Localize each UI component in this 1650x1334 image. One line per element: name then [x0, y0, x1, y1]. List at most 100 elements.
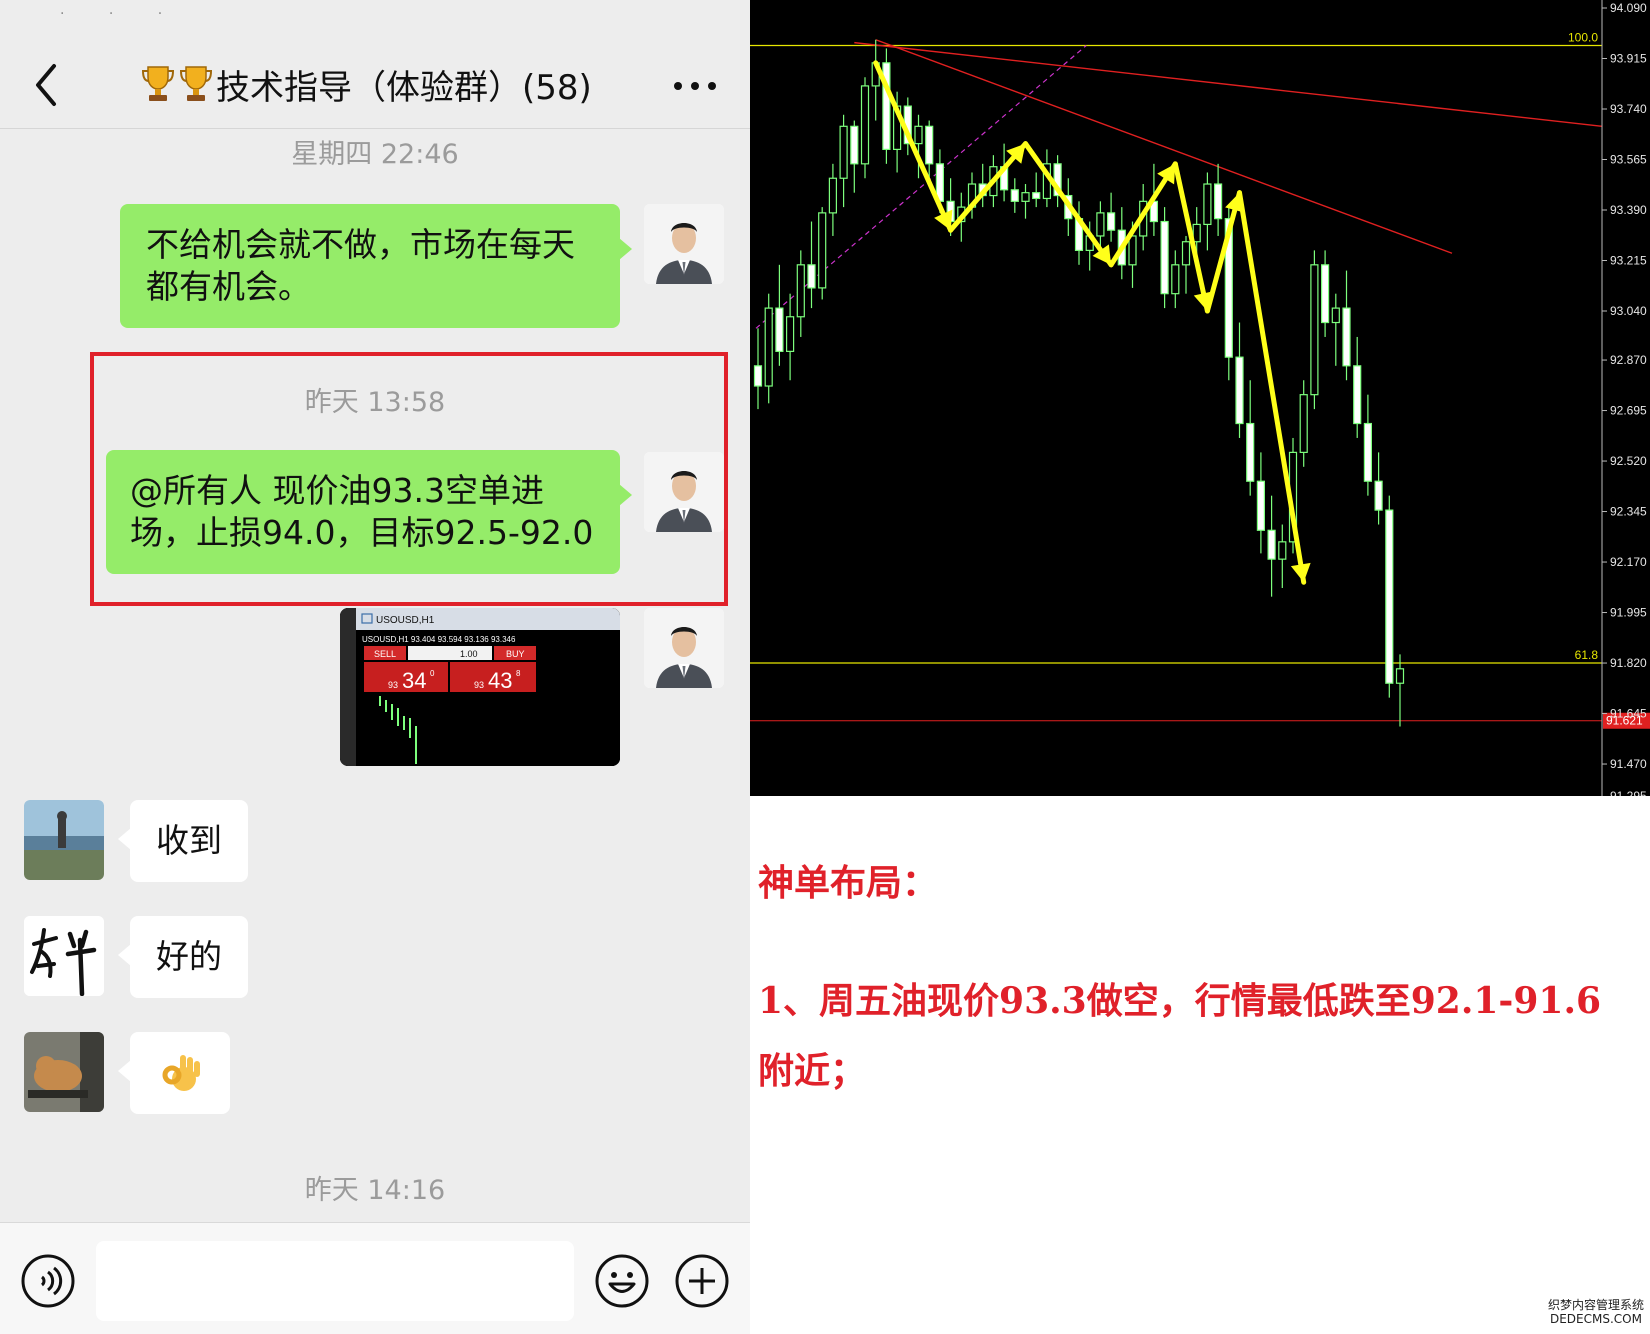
price-tick-label: 92.870: [1610, 353, 1647, 367]
avatar-self[interactable]: [644, 452, 724, 532]
fib-level-label: 61.8: [1575, 648, 1599, 662]
message-text: 好的: [156, 937, 222, 976]
avatar-self[interactable]: [644, 204, 724, 284]
candle-body: [1374, 480, 1383, 511]
landscape-avatar-icon: [24, 800, 104, 880]
trend-arrow: [1023, 141, 1114, 268]
candle-body: [1107, 212, 1116, 231]
candle-body: [1203, 183, 1212, 226]
plus-icon: [675, 1254, 729, 1308]
candle-body: [1096, 212, 1105, 237]
candle-body: [1278, 541, 1287, 560]
candle-body: [839, 125, 848, 179]
more-options-button[interactable]: [672, 64, 718, 104]
bubble-tail: [619, 238, 632, 260]
calligraphy-avatar-icon: [24, 916, 104, 996]
candle-body: [1171, 264, 1180, 295]
message-text: 收到: [156, 821, 222, 860]
watermark: 织梦内容管理系统 DEDECMS.COM: [1548, 1298, 1644, 1326]
smiley-icon: [595, 1254, 649, 1308]
candle-body: [1010, 189, 1019, 202]
timestamp: 昨天 14:16: [304, 1175, 446, 1206]
svg-text:1.00: 1.00: [460, 649, 478, 659]
price-tick-label: 92.520: [1610, 454, 1647, 468]
price-tick-label: 91.470: [1610, 757, 1647, 771]
analysis-notes: 神单布局： 1、周五油现价93.3做空，行情最低跌至92.1-91.6 附近； …: [750, 796, 1650, 1334]
svg-text:93: 93: [388, 680, 398, 690]
price-tick-label: 93.040: [1610, 304, 1647, 318]
notes-line: 附近；: [758, 1050, 867, 1092]
candle-body: [807, 264, 816, 289]
candle-body: [860, 85, 870, 165]
message-bubble-outgoing[interactable]: @所有人 现价油93.3空单进 场，止损94.0，目标92.5-92.0: [106, 450, 632, 574]
avatar-member[interactable]: [24, 916, 104, 996]
candle-body: [1363, 422, 1373, 482]
chevron-left-icon: [36, 64, 56, 106]
avatar-self[interactable]: [644, 608, 724, 688]
candle-body: [914, 125, 923, 145]
message-text: @所有人 现价油93.3空单进 场，止损94.0，目标92.5-92.0: [130, 471, 594, 552]
candle-body: [1160, 220, 1169, 295]
trophy-icon: [179, 66, 213, 101]
price-tick-label: 92.170: [1610, 555, 1647, 569]
message-bubble-incoming[interactable]: [118, 1032, 230, 1114]
candle-body: [1395, 668, 1405, 684]
more-dot-icon: [691, 82, 699, 90]
more-dot-icon: [674, 82, 682, 90]
svg-text:34: 34: [402, 668, 426, 693]
notes-title: 神单布局：: [758, 862, 939, 904]
trend-arrow: [1204, 190, 1242, 314]
candle-body: [850, 125, 859, 165]
svg-text:93: 93: [474, 680, 484, 690]
candle-body: [1032, 192, 1041, 200]
voice-button[interactable]: [20, 1253, 76, 1309]
trading-window-screenshot: USOUSD,H1 USOUSD,H1 93.404 93.594 93.136…: [340, 608, 620, 766]
candle-body: [1128, 235, 1137, 266]
price-tick-label: 91.820: [1610, 656, 1647, 670]
message-input[interactable]: [96, 1241, 574, 1321]
svg-text:SELL: SELL: [374, 649, 396, 659]
message-bubble-outgoing[interactable]: 不给机会就不做，市场在每天 都有机会。: [120, 204, 632, 328]
svg-text:USOUSD,H1: USOUSD,H1: [376, 615, 435, 626]
notes-line: 1、周五油现价93.3做空，行情最低跌至92.1-91.6: [758, 980, 1602, 1022]
timestamp: 星期四 22:46: [291, 139, 459, 170]
back-button[interactable]: [28, 58, 64, 112]
avatar-member[interactable]: [24, 1032, 104, 1112]
price-tick-label: 91.995: [1610, 606, 1647, 620]
candle-body: [1246, 422, 1255, 482]
candle-body: [1385, 509, 1394, 684]
image-message-thumbnail[interactable]: USOUSD,H1 USOUSD,H1 93.404 93.594 93.136…: [340, 608, 620, 766]
candle-body: [1342, 307, 1351, 367]
candle-body: [925, 125, 934, 165]
candle-body: [828, 177, 838, 214]
candle-body: [1235, 356, 1244, 425]
person-avatar-icon: [644, 452, 724, 532]
watermark-line: 织梦内容管理系统: [1547, 1298, 1644, 1312]
chat-title[interactable]: 技术指导（体验群）(58): [140, 58, 620, 110]
chat-header: · · · 技术指导（体验群）(58): [0, 0, 750, 129]
price-tick-label: 92.695: [1610, 404, 1647, 418]
status-dots: · · ·: [60, 6, 183, 22]
chat-title-text: 技术指导（体验群）(58): [216, 67, 592, 108]
more-actions-button[interactable]: [674, 1253, 730, 1309]
chat-window: · · · 技术指导（体验群）(58) 星期四 22:46 不给机会就不做，市场…: [0, 0, 750, 1334]
candle-body: [1320, 264, 1330, 324]
svg-text:43: 43: [488, 668, 512, 693]
price-tick-label: 92.345: [1610, 505, 1647, 519]
candle-body: [785, 316, 795, 352]
svg-text:USOUSD,H1 93.404 93.594 93.13: USOUSD,H1 93.404 93.594 93.136 93.346: [362, 635, 516, 644]
emoji-button[interactable]: [594, 1253, 650, 1309]
message-text: 不给机会就不做，市场在每天 都有机会。: [146, 225, 575, 306]
candle-body: [1353, 365, 1362, 425]
message-bubble-incoming[interactable]: 好的: [118, 916, 248, 998]
candle-body: [818, 212, 827, 289]
trend-arrow: [1172, 161, 1210, 314]
candlestick-chart: 100.061.891.621 94.09093.91593.74093.565…: [750, 0, 1650, 796]
input-bar: [0, 1222, 750, 1334]
message-bubble-incoming[interactable]: 收到: [118, 800, 248, 882]
candle-body: [753, 365, 763, 387]
person-avatar-icon: [644, 608, 724, 688]
candle-body: [1267, 529, 1276, 560]
bubble-tail: [118, 828, 131, 850]
avatar-member[interactable]: [24, 800, 104, 880]
